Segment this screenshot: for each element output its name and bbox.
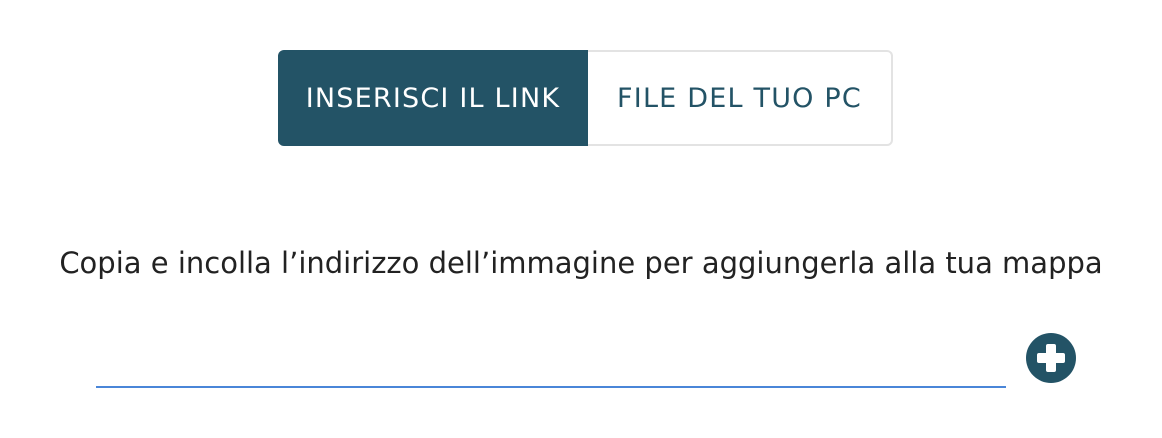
tab-file-from-pc-label: FILE DEL TUO PC [617,82,862,114]
add-image-button[interactable] [1026,333,1076,383]
upload-source-tabs: INSERISCI IL LINK FILE DEL TUO PC [278,50,893,146]
tab-insert-link[interactable]: INSERISCI IL LINK [278,50,588,146]
image-url-input[interactable] [96,340,1006,388]
tab-file-from-pc[interactable]: FILE DEL TUO PC [588,50,893,146]
instruction-text: Copia e incolla l’indirizzo dell’immagin… [59,246,1103,280]
tab-insert-link-label: INSERISCI IL LINK [305,82,561,114]
